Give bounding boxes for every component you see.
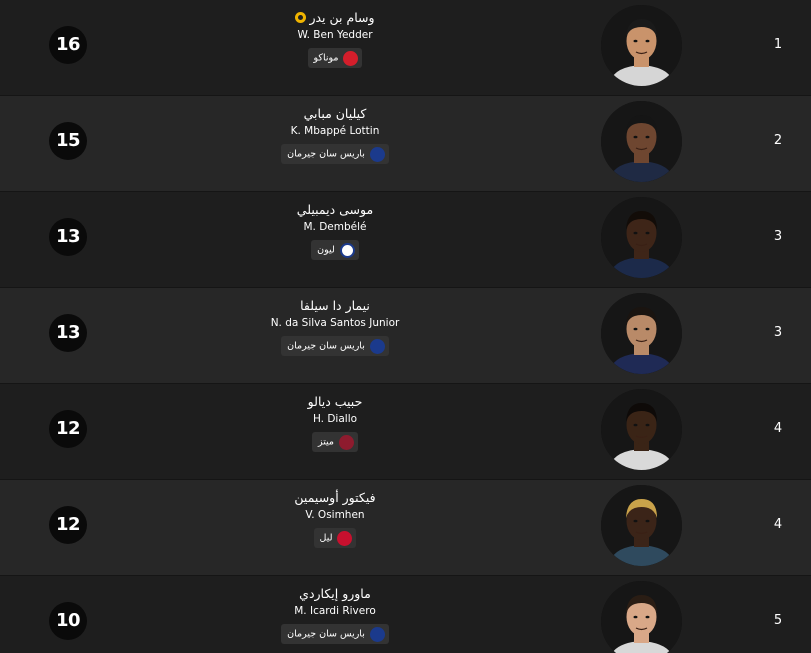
rank-number: 4 bbox=[773, 517, 783, 532]
player-row[interactable]: 12 حبيب ديالو H. Diallo ميتز 4 bbox=[0, 384, 811, 480]
rank-number: 1 bbox=[773, 37, 783, 52]
team-name: موناكو bbox=[313, 52, 339, 64]
psg-crest-icon bbox=[369, 147, 385, 162]
player-name-arabic[interactable]: فيكتور أوسيمين bbox=[235, 490, 435, 508]
player-avatar[interactable] bbox=[601, 101, 682, 182]
player-avatar[interactable] bbox=[601, 581, 682, 653]
team-badge[interactable]: باريس سان جيرمان bbox=[281, 336, 389, 356]
player-row[interactable]: 16 وسام بن يدر W. Ben Yedder موناكو 1 bbox=[0, 0, 811, 96]
goals-count: 12 bbox=[49, 410, 87, 448]
lyon-crest-icon bbox=[339, 243, 355, 258]
goals-count: 15 bbox=[49, 122, 87, 160]
player-name-english[interactable]: N. da Silva Santos Junior bbox=[235, 316, 435, 332]
team-name: ميتز bbox=[317, 436, 335, 448]
goals-count: 13 bbox=[49, 314, 87, 352]
goals-count: 16 bbox=[49, 26, 87, 64]
player-name-english[interactable]: K. Mbappé Lottin bbox=[235, 124, 435, 140]
player-name-ar-text[interactable]: ماورو إيكاردي bbox=[299, 586, 371, 601]
team-badge[interactable]: ليون bbox=[311, 240, 359, 260]
player-name-english[interactable]: M. Dembélé bbox=[235, 220, 435, 236]
football-icon bbox=[295, 12, 307, 23]
player-row[interactable]: 15 كيليان مبابي K. Mbappé Lottin باريس س… bbox=[0, 96, 811, 192]
player-name-arabic[interactable]: ماورو إيكاردي bbox=[235, 586, 435, 604]
player-avatar[interactable] bbox=[601, 5, 682, 86]
team-name: ليون bbox=[317, 244, 335, 256]
rank-number: 4 bbox=[773, 421, 783, 436]
metz-crest-icon bbox=[339, 435, 355, 450]
player-name-arabic[interactable]: نيمار دا سيلفا bbox=[235, 298, 435, 316]
player-info: حبيب ديالو H. Diallo ميتز bbox=[235, 394, 435, 452]
goals-count: 12 bbox=[49, 506, 87, 544]
rank-number: 5 bbox=[773, 613, 783, 628]
team-name: باريس سان جيرمان bbox=[287, 148, 365, 160]
player-info: وسام بن يدر W. Ben Yedder موناكو bbox=[235, 10, 435, 68]
player-row[interactable]: 10 ماورو إيكاردي M. Icardi Rivero باريس … bbox=[0, 576, 811, 653]
player-info: نيمار دا سيلفا N. da Silva Santos Junior… bbox=[235, 298, 435, 356]
player-name-ar-text[interactable]: وسام بن يدر bbox=[309, 10, 374, 25]
player-info: كيليان مبابي K. Mbappé Lottin باريس سان … bbox=[235, 106, 435, 164]
team-badge[interactable]: باريس سان جيرمان bbox=[281, 144, 389, 164]
psg-crest-icon bbox=[369, 339, 385, 354]
player-info: فيكتور أوسيمين V. Osimhen ليل bbox=[235, 490, 435, 548]
team-badge[interactable]: موناكو bbox=[307, 48, 363, 68]
player-info: موسى ديمبيلي M. Dembélé ليون bbox=[235, 202, 435, 260]
player-info: ماورو إيكاردي M. Icardi Rivero باريس سان… bbox=[235, 586, 435, 644]
player-avatar[interactable] bbox=[601, 197, 682, 278]
player-avatar[interactable] bbox=[601, 485, 682, 566]
lille-crest-icon bbox=[337, 531, 353, 546]
player-name-ar-text[interactable]: موسى ديمبيلي bbox=[297, 202, 373, 217]
team-badge[interactable]: ميتز bbox=[311, 432, 359, 452]
team-name: باريس سان جيرمان bbox=[287, 628, 365, 640]
team-name: باريس سان جيرمان bbox=[287, 340, 365, 352]
player-name-arabic[interactable]: كيليان مبابي bbox=[235, 106, 435, 124]
player-name-english[interactable]: V. Osimhen bbox=[235, 508, 435, 524]
team-badge[interactable]: ليل bbox=[313, 528, 357, 548]
player-name-arabic[interactable]: وسام بن يدر bbox=[235, 10, 435, 28]
monaco-crest-icon bbox=[343, 51, 359, 66]
player-name-ar-text[interactable]: حبيب ديالو bbox=[308, 394, 363, 409]
player-name-english[interactable]: M. Icardi Rivero bbox=[235, 604, 435, 620]
player-name-arabic[interactable]: موسى ديمبيلي bbox=[235, 202, 435, 220]
player-name-arabic[interactable]: حبيب ديالو bbox=[235, 394, 435, 412]
top-scorers-list: 16 وسام بن يدر W. Ben Yedder موناكو 1 15… bbox=[0, 0, 811, 653]
rank-number: 3 bbox=[773, 229, 783, 244]
player-name-english[interactable]: H. Diallo bbox=[235, 412, 435, 428]
psg-crest-icon bbox=[369, 627, 385, 642]
player-row[interactable]: 13 موسى ديمبيلي M. Dembélé ليون 3 bbox=[0, 192, 811, 288]
rank-number: 3 bbox=[773, 325, 783, 340]
goals-count: 10 bbox=[49, 602, 87, 640]
team-name: ليل bbox=[319, 532, 333, 544]
player-name-ar-text[interactable]: كيليان مبابي bbox=[304, 106, 367, 121]
player-name-english[interactable]: W. Ben Yedder bbox=[235, 28, 435, 44]
player-avatar[interactable] bbox=[601, 293, 682, 374]
player-name-ar-text[interactable]: فيكتور أوسيمين bbox=[294, 490, 375, 505]
player-avatar[interactable] bbox=[601, 389, 682, 470]
player-name-ar-text[interactable]: نيمار دا سيلفا bbox=[300, 298, 370, 313]
team-badge[interactable]: باريس سان جيرمان bbox=[281, 624, 389, 644]
player-row[interactable]: 13 نيمار دا سيلفا N. da Silva Santos Jun… bbox=[0, 288, 811, 384]
goals-count: 13 bbox=[49, 218, 87, 256]
rank-number: 2 bbox=[773, 133, 783, 148]
player-row[interactable]: 12 فيكتور أوسيمين V. Osimhen ليل 4 bbox=[0, 480, 811, 576]
